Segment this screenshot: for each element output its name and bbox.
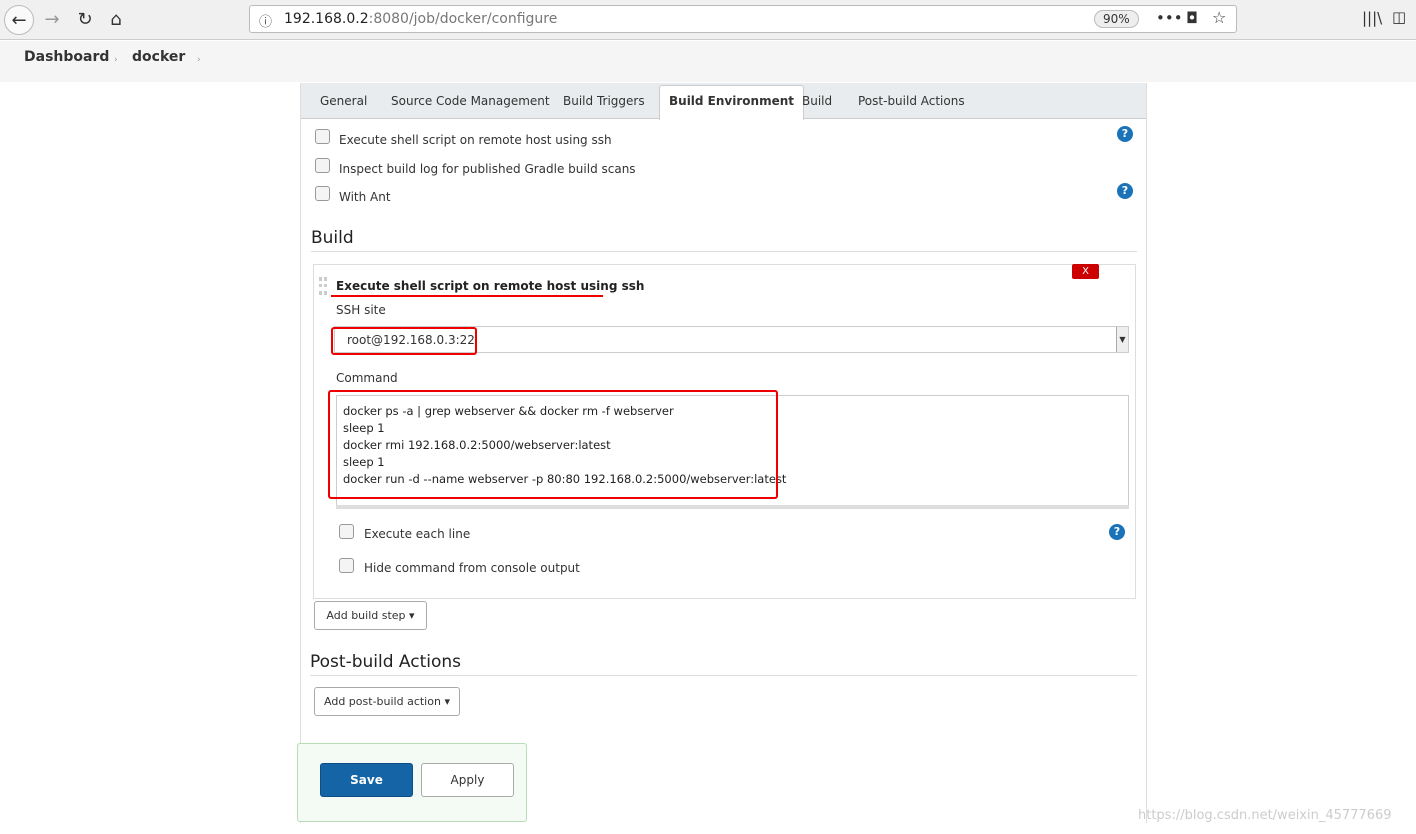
apply-button[interactable]: Apply [421, 763, 514, 797]
label-with-ant: With Ant [339, 190, 391, 204]
add-post-build-action-button[interactable]: Add post-build action ▾ [314, 687, 460, 716]
annotation-underline [331, 295, 603, 297]
library-icon[interactable]: |||\ [1362, 9, 1382, 27]
zoom-level[interactable]: 90% [1094, 10, 1139, 28]
add-build-step-label: Add build step [326, 609, 406, 622]
label-hide-command: Hide command from console output [364, 561, 580, 575]
breadcrumb-dashboard[interactable]: Dashboard [24, 49, 109, 65]
chevron-down-icon[interactable]: ▼ [1116, 327, 1128, 352]
checkbox-ssh-env[interactable] [315, 129, 330, 144]
textarea-resize-handle[interactable] [336, 505, 1129, 509]
config-panel: General Source Code Management Build Tri… [300, 83, 1147, 823]
divider [310, 675, 1137, 676]
tab-bar: General Source Code Management Build Tri… [301, 83, 1146, 120]
address-bar[interactable]: ⓘ 192.168.0.2:8080/job/docker/configure … [249, 5, 1237, 33]
tab-build-environment[interactable]: Build Environment [659, 85, 804, 120]
help-icon[interactable]: ? [1109, 524, 1125, 540]
ssh-site-label: SSH site [336, 303, 386, 317]
label-ssh-env: Execute shell script on remote host usin… [339, 133, 612, 147]
reload-button[interactable]: ↻ [70, 5, 100, 35]
add-build-step-button[interactable]: Add build step ▾ [314, 601, 427, 630]
tab-general[interactable]: General [320, 94, 367, 108]
tab-source-code-management[interactable]: Source Code Management [391, 94, 550, 108]
build-step-title: Execute shell script on remote host usin… [336, 279, 645, 293]
url-host: 192.168.0.2 [284, 11, 369, 27]
home-button[interactable]: ⌂ [101, 5, 131, 35]
label-execute-each-line: Execute each line [364, 527, 471, 541]
build-heading: Build [311, 228, 354, 248]
url-path: :8080/job/docker/configure [368, 11, 558, 27]
back-button[interactable]: ← [4, 5, 34, 35]
breadcrumb-chevron-icon[interactable]: › [114, 55, 118, 65]
drag-handle-icon[interactable] [319, 277, 327, 295]
tab-post-build-actions[interactable]: Post-build Actions [858, 94, 965, 108]
forward-button[interactable]: → [37, 5, 67, 35]
watermark: https://blog.csdn.net/weixin_45777669 [1138, 808, 1392, 823]
checkbox-hide-command[interactable] [339, 558, 354, 573]
breadcrumb-chevron-icon[interactable]: › [197, 55, 201, 65]
info-icon[interactable]: ⓘ [259, 11, 272, 30]
save-bar: Save Apply [297, 743, 527, 822]
help-icon[interactable]: ? [1117, 126, 1133, 142]
post-build-heading: Post-build Actions [310, 652, 462, 672]
help-icon[interactable]: ? [1117, 183, 1133, 199]
sidebar-icon[interactable]: ◫ [1392, 8, 1406, 26]
checkbox-gradle-scans[interactable] [315, 158, 330, 173]
command-label: Command [336, 371, 398, 385]
checkbox-execute-each-line[interactable] [339, 524, 354, 539]
bookmark-star-icon[interactable]: ☆ [1212, 8, 1226, 27]
label-gradle-scans: Inspect build log for published Gradle b… [339, 162, 636, 176]
breadcrumb-docker[interactable]: docker [132, 49, 185, 65]
add-post-build-action-label: Add post-build action [324, 695, 441, 708]
checkbox-with-ant[interactable] [315, 186, 330, 201]
tab-build-triggers[interactable]: Build Triggers [563, 94, 645, 108]
annotation-box [331, 327, 477, 355]
annotation-box [328, 390, 778, 499]
breadcrumb: Dashboard › docker › [0, 41, 1416, 82]
tab-build[interactable]: Build [802, 94, 832, 108]
divider [311, 251, 1137, 252]
build-step-ssh: Execute shell script on remote host usin… [313, 264, 1136, 599]
browser-toolbar: ← → ↻ ⌂ ⓘ 192.168.0.2:8080/job/docker/co… [0, 0, 1416, 40]
delete-step-button[interactable]: X [1072, 264, 1099, 279]
pocket-icon[interactable]: ◘ [1186, 9, 1198, 27]
save-button[interactable]: Save [320, 763, 413, 797]
more-icon[interactable]: ••• [1156, 9, 1183, 27]
